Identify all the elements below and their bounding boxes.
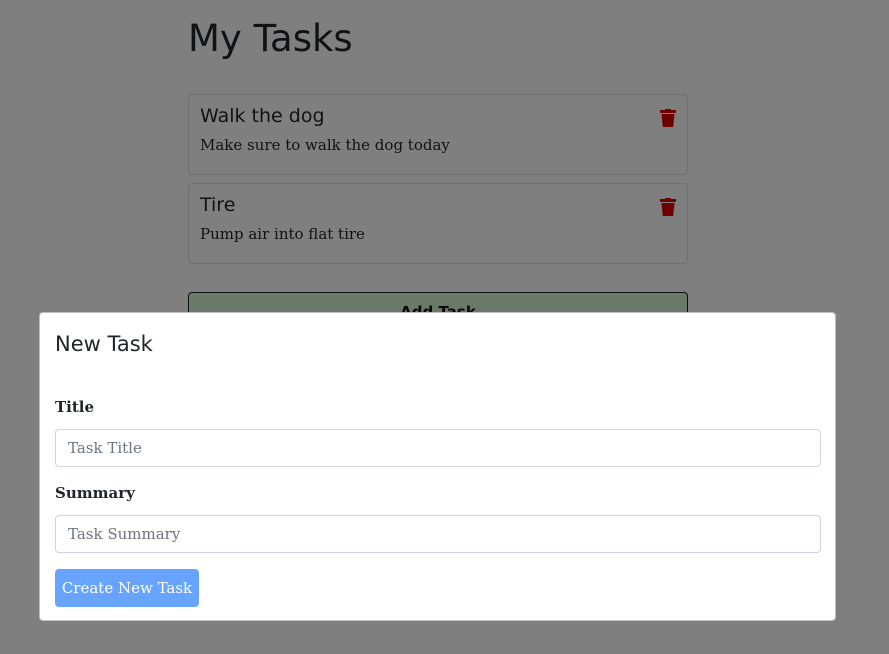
task-summary-input[interactable] bbox=[55, 515, 821, 553]
summary-field-label: Summary bbox=[55, 484, 135, 502]
title-field-label: Title bbox=[55, 398, 95, 416]
task-app-page: My Tasks Walk the dog Make sure to walk … bbox=[0, 0, 889, 654]
new-task-modal: New Task Title Summary Create New Task bbox=[39, 312, 836, 621]
create-task-button[interactable]: Create New Task bbox=[55, 569, 199, 607]
task-title-input[interactable] bbox=[55, 429, 821, 467]
modal-title: New Task bbox=[55, 332, 153, 356]
